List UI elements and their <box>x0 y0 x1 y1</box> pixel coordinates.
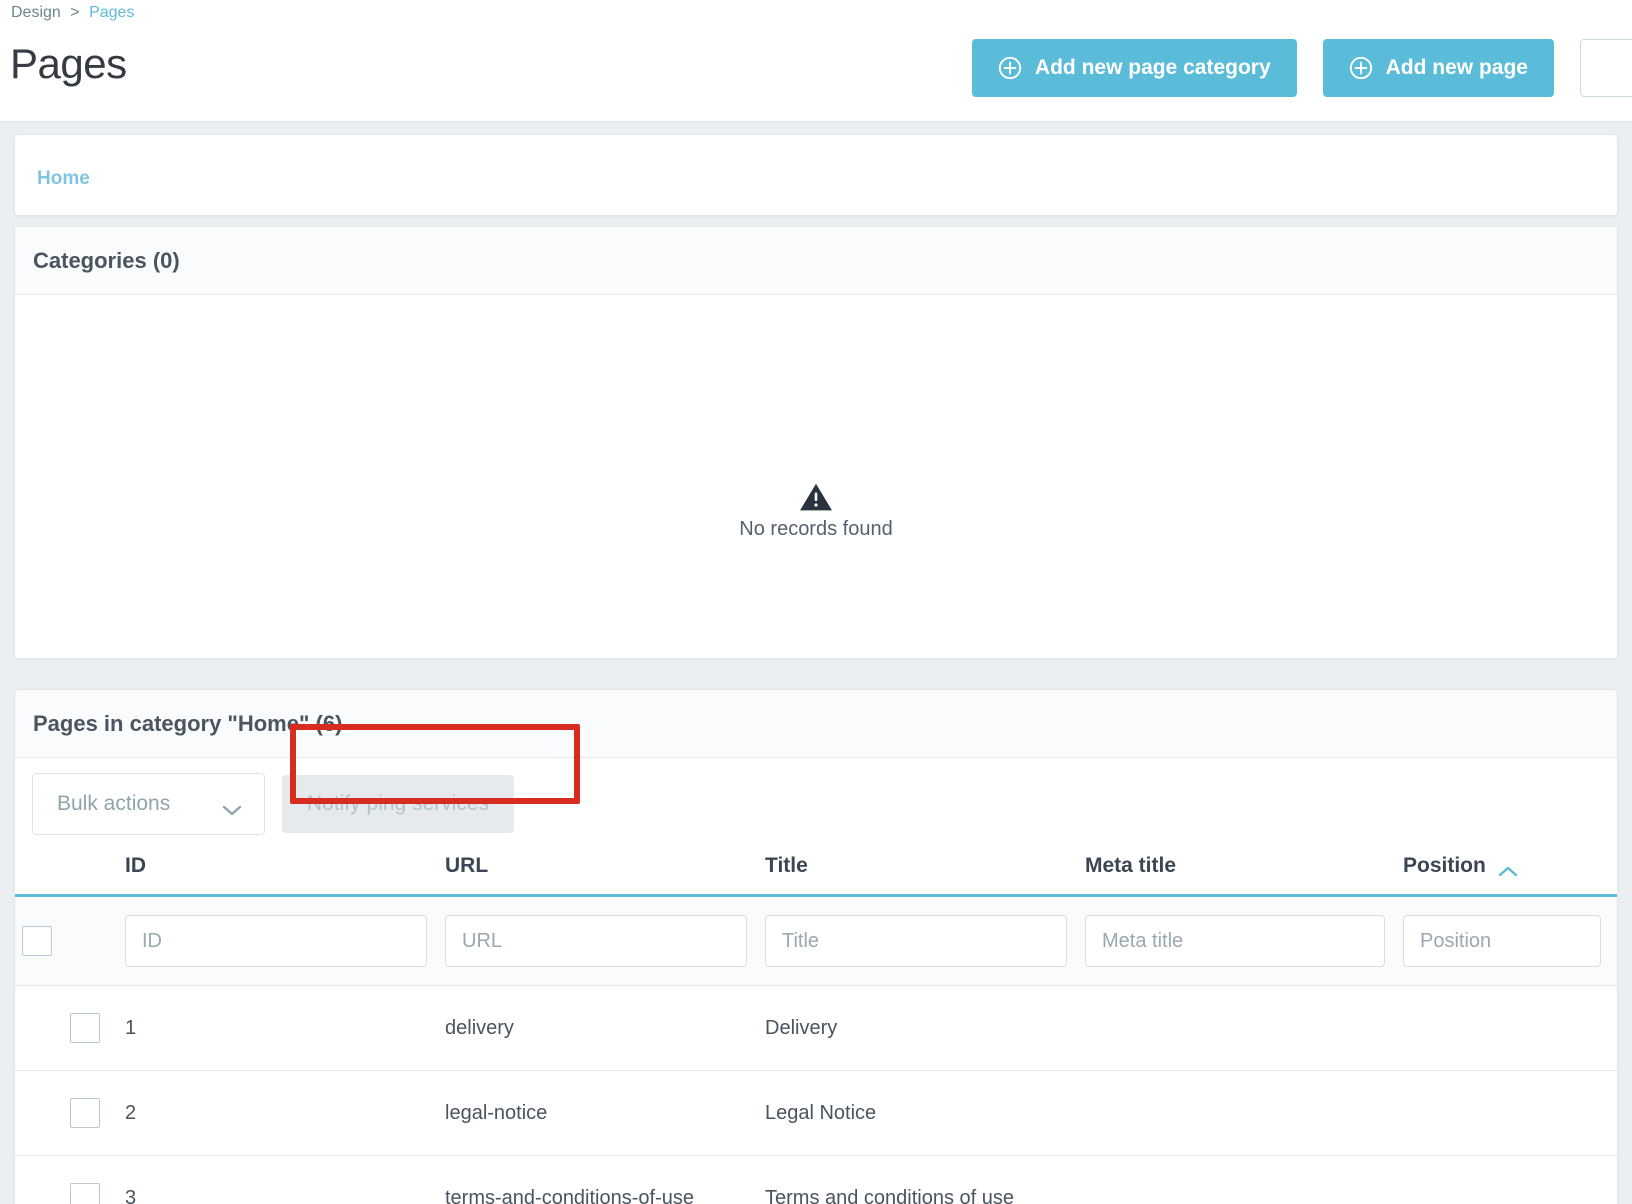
filter-cell-url <box>445 895 765 986</box>
add-new-page-category-label: Add new page category <box>1034 56 1271 79</box>
column-header-position[interactable]: Position <box>1403 850 1617 896</box>
content-area: Home Categories (0) No records found Pag… <box>0 122 1632 1204</box>
cell-id: 2 <box>125 1070 445 1156</box>
pages-table: ID URL Title Meta title Position ID URL … <box>15 850 1617 1204</box>
breadcrumb-separator: > <box>70 4 80 21</box>
plus-circle-icon <box>998 56 1022 80</box>
row-select-cell <box>15 1070 125 1156</box>
select-all-checkbox[interactable] <box>22 926 52 956</box>
cell-url: delivery <box>445 985 765 1071</box>
filter-input-url[interactable] <box>445 915 747 967</box>
column-header-select <box>15 850 125 896</box>
cell-meta-title <box>1085 1155 1403 1204</box>
cell-position <box>1403 1070 1617 1156</box>
filter-input-position[interactable] <box>1403 915 1601 967</box>
categories-empty-text: No records found <box>739 518 893 540</box>
column-header-position-label: Position <box>1403 854 1486 877</box>
pages-panel-header: Pages in category "Home" (6) <box>15 690 1617 758</box>
categories-panel-title: Categories (0) <box>33 247 180 273</box>
notify-ping-services-button[interactable]: Notify ping services <box>282 775 515 833</box>
page-title: Pages <box>10 40 127 87</box>
add-new-page-label: Add new page <box>1385 56 1528 79</box>
breadcrumb: Design > Pages <box>11 4 134 22</box>
pages-table-head: ID URL Title Meta title Position <box>15 850 1617 896</box>
row-checkbox[interactable] <box>70 1098 100 1128</box>
filter-cell-title <box>765 895 1085 986</box>
pages-table-body: 1 delivery Delivery 2 legal-notice Legal… <box>15 895 1617 1204</box>
pages-table-header-row: ID URL Title Meta title Position <box>15 850 1617 896</box>
categories-empty-state: No records found <box>15 482 1617 541</box>
categories-panel-header: Categories (0) <box>15 227 1617 295</box>
filter-cell-meta-title <box>1085 895 1403 986</box>
column-header-id[interactable]: ID <box>125 850 445 896</box>
cell-id: 3 <box>125 1155 445 1204</box>
warning-triangle-icon <box>799 482 833 512</box>
app-root: Design > Pages Pages Add new page catego… <box>0 0 1632 1204</box>
categories-panel: Categories (0) No records found <box>14 226 1618 659</box>
breadcrumb-parent: Design <box>11 4 61 21</box>
add-new-page-button[interactable]: Add new page <box>1322 39 1554 97</box>
cell-title: Terms and conditions of use <box>765 1155 1085 1204</box>
header-actions: Add new page category Add new page <box>971 39 1632 97</box>
filter-cell-select <box>15 895 125 986</box>
bulk-actions-dropdown[interactable]: Bulk actions <box>32 773 265 835</box>
category-breadcrumb-card: Home <box>14 134 1618 216</box>
cell-url: terms-and-conditions-of-use <box>445 1155 765 1204</box>
sort-ascending-chevron-up-icon[interactable] <box>1498 860 1518 877</box>
cell-position <box>1403 1155 1617 1204</box>
cell-position <box>1403 985 1617 1071</box>
bulk-actions-label: Bulk actions <box>57 792 171 815</box>
breadcrumb-current-link[interactable]: Pages <box>89 4 134 21</box>
filter-input-title[interactable] <box>765 915 1067 967</box>
add-new-page-category-button[interactable]: Add new page category <box>971 39 1297 97</box>
column-header-url[interactable]: URL <box>445 850 765 896</box>
pages-toolbar: Bulk actions Notify ping services <box>15 724 1617 850</box>
pages-panel-title: Pages in category "Home" (6) <box>33 710 343 736</box>
table-row[interactable]: 2 legal-notice Legal Notice <box>15 1070 1617 1156</box>
filter-cell-id <box>125 895 445 986</box>
chevron-down-icon <box>222 798 242 816</box>
cell-id: 1 <box>125 985 445 1071</box>
row-checkbox[interactable] <box>70 1013 100 1043</box>
table-row[interactable]: 1 delivery Delivery <box>15 985 1617 1071</box>
filter-input-id[interactable] <box>125 915 427 967</box>
row-select-cell <box>15 985 125 1071</box>
column-header-title[interactable]: Title <box>765 850 1085 896</box>
cell-title: Delivery <box>765 985 1085 1071</box>
filter-input-meta-title[interactable] <box>1085 915 1385 967</box>
cell-meta-title <box>1085 1070 1403 1156</box>
table-row[interactable]: 3 terms-and-conditions-of-use Terms and … <box>15 1155 1617 1204</box>
cell-title: Legal Notice <box>765 1070 1085 1156</box>
row-checkbox[interactable] <box>70 1183 100 1204</box>
column-header-meta-title[interactable]: Meta title <box>1085 850 1403 896</box>
category-breadcrumb-home-link[interactable]: Home <box>37 168 90 190</box>
page-header: Design > Pages Pages Add new page catego… <box>0 0 1632 122</box>
pages-table-filter-row <box>15 895 1617 986</box>
plus-circle-icon <box>1349 56 1373 80</box>
cell-url: legal-notice <box>445 1070 765 1156</box>
header-overflow-button[interactable] <box>1580 39 1632 97</box>
filter-cell-position <box>1403 895 1617 986</box>
cell-meta-title <box>1085 985 1403 1071</box>
row-select-cell <box>15 1155 125 1204</box>
pages-panel: Pages in category "Home" (6) Bulk action… <box>14 689 1618 1204</box>
